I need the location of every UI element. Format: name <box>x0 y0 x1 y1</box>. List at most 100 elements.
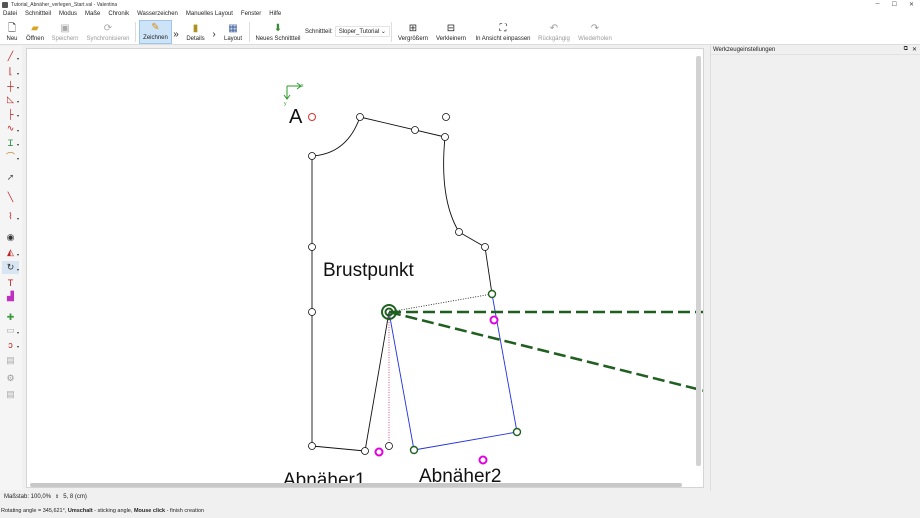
perpendicular-icon: ┼ <box>7 80 14 91</box>
group-tool[interactable]: ▟ <box>2 290 19 303</box>
arrow-cursor-icon: ➚ <box>6 172 15 182</box>
triangle-icon: ◺ <box>7 94 14 104</box>
close-icon[interactable]: ✕ <box>912 46 917 53</box>
shape-tool[interactable]: ▭ ▾ <box>2 324 19 337</box>
details-mode-button[interactable]: ▮ Details <box>183 20 208 44</box>
pattern-point[interactable] <box>455 228 463 236</box>
folder-icon: ▰ <box>31 22 39 34</box>
export-icon: ▤ <box>6 355 15 365</box>
new-button[interactable]: 🗋 Neu <box>4 20 20 44</box>
vertical-scrollbar[interactable] <box>696 56 701 466</box>
rotated-point[interactable] <box>512 427 522 437</box>
menu-datei[interactable]: Datei <box>3 11 17 17</box>
pattern-point[interactable] <box>308 152 316 160</box>
axis-x-label: x <box>301 83 304 89</box>
close-window-button[interactable]: ✕ <box>909 1 914 8</box>
curve-tool[interactable]: ∿ ▾ <box>2 122 19 135</box>
pattern-point[interactable] <box>385 442 393 450</box>
pattern-point[interactable] <box>361 447 369 455</box>
magenta-point[interactable] <box>478 455 488 465</box>
path-tool[interactable]: ↄ ▾ <box>2 338 19 351</box>
menu-wasserzeichen[interactable]: Wasserzeichen <box>137 11 178 17</box>
redo-button[interactable]: ↷ Wiederholen <box>576 20 614 44</box>
zoom-spin-icon[interactable]: ⇕ <box>55 494 59 500</box>
true-dart-tool[interactable]: T <box>2 276 19 289</box>
pattern-outline <box>311 116 493 452</box>
undock-icon[interactable]: ⧉ <box>904 46 908 53</box>
menu-modus[interactable]: Modus <box>59 11 77 17</box>
pattern-point[interactable] <box>442 113 450 121</box>
rotated-point[interactable] <box>487 289 497 299</box>
undo-button[interactable]: ↶ Rückgängig <box>536 20 572 44</box>
sync-button[interactable]: ⟳ Synchronisieren <box>84 20 132 44</box>
hint-text: Rotating angle = 345,621°, <box>1 508 68 514</box>
axis-indicator <box>283 82 302 100</box>
menu-chronik[interactable]: Chronik <box>108 11 129 17</box>
fit-view-label: In Ansicht einpassen <box>475 36 531 42</box>
export-tool[interactable]: ▤ <box>2 354 19 367</box>
path-icon: ↄ <box>8 339 13 350</box>
draw-mode-button[interactable]: ✎ Zeichnen <box>139 20 172 44</box>
rotated-point[interactable] <box>409 445 419 455</box>
save-button[interactable]: ▣ Speichern <box>50 20 80 44</box>
sync-button-label: Synchronisieren <box>86 36 130 42</box>
flip-icon: ◭ <box>7 247 14 257</box>
segment-tool[interactable]: ╲ <box>2 191 19 204</box>
line-tool[interactable]: ╱ ▾ <box>2 50 19 63</box>
new-piece-button[interactable]: ⬇ Neues Schnittteil <box>254 20 302 44</box>
arc-icon: ⌒ <box>5 152 15 162</box>
arc-tool[interactable]: ⌒ ▾ <box>2 150 19 163</box>
eye-tool[interactable]: ◉ <box>2 231 19 244</box>
minimize-button[interactable]: ─ <box>875 1 879 8</box>
flip-tool[interactable]: ◭ ▾ <box>2 246 19 259</box>
main-toolbar: 🗋 Neu ▰ Öffnen ▣ Speichern ⟳ Synchronisi… <box>0 19 920 45</box>
zoom-in-button[interactable]: ⊞ Vergrößern <box>396 20 430 44</box>
zoom-out-label: Verkleinern <box>435 36 467 42</box>
pattern-point[interactable] <box>308 442 316 450</box>
drawing-canvas[interactable]: x y A Brustpunkt Abnäher1 Abnäher2 <box>26 48 704 488</box>
status-bar: Maßstab: 100,0% ⇕ 5, 8 (cm) Rotating ang… <box>0 491 920 518</box>
bezier-tool[interactable]: ⌇ ▾ <box>2 210 19 223</box>
settings-tool[interactable]: ⚙ <box>2 372 19 385</box>
title-bar: Tutorial_Abnäher_verlegen_Start.val - Va… <box>0 0 920 9</box>
menu-manuelles-layout[interactable]: Manuelles Layout <box>186 11 233 17</box>
pointer-tool[interactable]: ➚ <box>2 171 19 184</box>
height-icon: ├ <box>7 108 14 119</box>
menu-hilfe[interactable]: Hilfe <box>269 11 281 17</box>
piece-dropdown[interactable]: Sloper_Tutorial ⌄ <box>334 26 390 37</box>
perpendicular-tool[interactable]: ┼ ▾ <box>2 79 19 92</box>
pattern-point[interactable] <box>308 243 316 251</box>
rotate-tool[interactable]: ↻ ▾ <box>2 261 19 274</box>
piece-selector-label: Schnittteil: <box>305 28 333 35</box>
point-a-marker[interactable] <box>308 113 316 121</box>
menu-masse[interactable]: Maße <box>85 11 100 17</box>
pattern-point[interactable] <box>411 126 419 134</box>
zoom-out-button[interactable]: ⊟ Verkleinern <box>434 20 468 44</box>
segment-icon: ╲ <box>7 192 14 202</box>
group-icon: ▟ <box>7 291 14 301</box>
curve-icon: ∿ <box>6 123 15 133</box>
pattern-point[interactable] <box>308 308 316 316</box>
layout-export-tool[interactable]: ▤ <box>2 388 19 401</box>
open-button[interactable]: ▰ Öffnen <box>23 20 47 44</box>
redo-label: Wiederholen <box>578 36 612 42</box>
pattern-drawing: x y A Brustpunkt Abnäher1 Abnäher2 <box>283 82 703 487</box>
maximize-button[interactable]: ☐ <box>892 1 897 8</box>
horizontal-scrollbar[interactable] <box>30 483 682 487</box>
menu-fenster[interactable]: Fenster <box>241 11 261 17</box>
layout-export-icon: ▤ <box>6 389 15 399</box>
height-tool[interactable]: ├ ▾ <box>2 107 19 120</box>
insert-node-tool[interactable]: ✚ <box>2 311 19 324</box>
magenta-point[interactable] <box>374 447 384 457</box>
layout-mode-button[interactable]: ▦ Layout <box>221 20 245 44</box>
fit-view-button[interactable]: ⛶ In Ansicht einpassen <box>472 20 534 44</box>
point-tool[interactable]: ⌊ ▾ <box>2 65 19 78</box>
triangle-tool[interactable]: ◺ ▾ <box>2 93 19 106</box>
magenta-point[interactable] <box>489 315 499 325</box>
pattern-point[interactable] <box>356 113 364 121</box>
spline-tool[interactable]: Ɪ ▾ <box>2 136 19 149</box>
pattern-point[interactable] <box>481 243 489 251</box>
new-piece-label: Neues Schnittteil <box>255 36 301 42</box>
menu-schnittteil[interactable]: Schnittteil <box>25 11 51 17</box>
pattern-point[interactable] <box>441 133 449 141</box>
